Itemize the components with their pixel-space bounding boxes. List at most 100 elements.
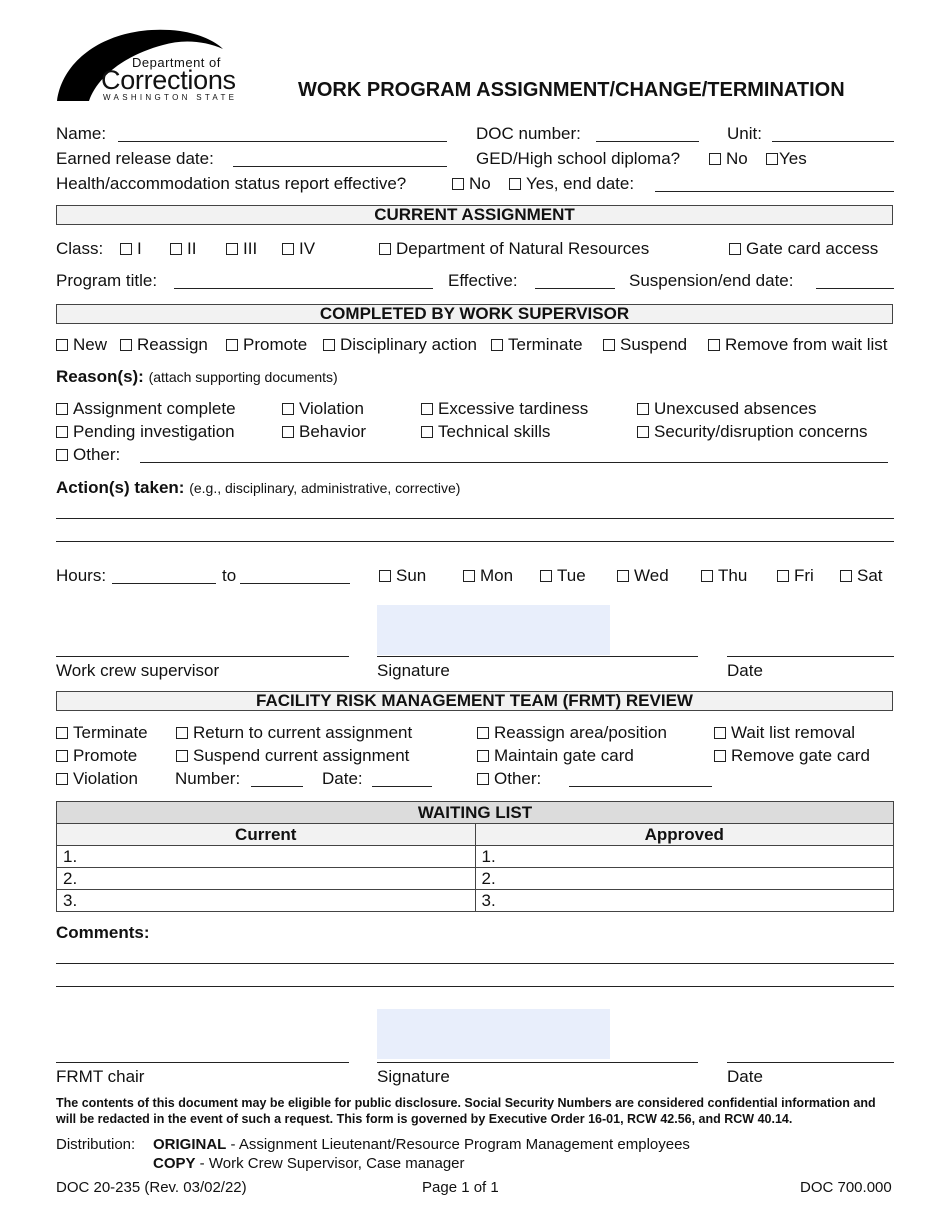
dnr-checkbox[interactable] bbox=[379, 243, 391, 255]
action-remove-wait-list[interactable]: Remove from wait list bbox=[708, 335, 887, 355]
reason-security[interactable]: Security/disruption concerns bbox=[637, 422, 868, 442]
reason-checkbox[interactable] bbox=[421, 403, 433, 415]
action-disciplinary-checkbox[interactable] bbox=[323, 339, 335, 351]
class-i-checkbox[interactable] bbox=[120, 243, 132, 255]
day-fri[interactable]: Fri bbox=[777, 566, 814, 586]
supervisor-date-line[interactable] bbox=[727, 656, 894, 657]
health-no-option[interactable]: No bbox=[452, 174, 491, 194]
day-checkbox[interactable] bbox=[463, 570, 475, 582]
class-option-i[interactable]: I bbox=[120, 239, 142, 259]
day-checkbox[interactable] bbox=[617, 570, 629, 582]
frmt-reassign-area[interactable]: Reassign area/position bbox=[477, 723, 667, 743]
day-checkbox[interactable] bbox=[379, 570, 391, 582]
reason-other-checkbox[interactable] bbox=[56, 449, 68, 461]
frmt-chair-line[interactable] bbox=[56, 1062, 349, 1063]
frmt-checkbox[interactable] bbox=[56, 727, 68, 739]
class-option-iii[interactable]: III bbox=[226, 239, 257, 259]
class-option-ii[interactable]: II bbox=[170, 239, 196, 259]
action-new-checkbox[interactable] bbox=[56, 339, 68, 351]
frmt-checkbox[interactable] bbox=[477, 750, 489, 762]
action-suspend[interactable]: Suspend bbox=[603, 335, 687, 355]
frmt-signature-box[interactable] bbox=[377, 1009, 610, 1059]
frmt-checkbox[interactable] bbox=[176, 750, 188, 762]
reason-checkbox[interactable] bbox=[282, 426, 294, 438]
frmt-promote[interactable]: Promote bbox=[56, 746, 137, 766]
current-cell[interactable]: 3. bbox=[56, 889, 476, 912]
action-terminate[interactable]: Terminate bbox=[491, 335, 583, 355]
day-checkbox[interactable] bbox=[840, 570, 852, 582]
unit-field[interactable] bbox=[772, 141, 894, 142]
actions-taken-line-1[interactable] bbox=[56, 518, 894, 519]
comments-line-2[interactable] bbox=[56, 986, 894, 987]
reason-unexcused-absences[interactable]: Unexcused absences bbox=[637, 399, 817, 419]
reason-checkbox[interactable] bbox=[637, 426, 649, 438]
frmt-wait-list-removal[interactable]: Wait list removal bbox=[714, 723, 855, 743]
frmt-remove-gate-card[interactable]: Remove gate card bbox=[714, 746, 870, 766]
reason-violation[interactable]: Violation bbox=[282, 399, 364, 419]
effective-field[interactable] bbox=[535, 288, 615, 289]
reason-other-field[interactable] bbox=[140, 462, 888, 463]
frmt-maintain-gate-card[interactable]: Maintain gate card bbox=[477, 746, 634, 766]
day-checkbox[interactable] bbox=[540, 570, 552, 582]
supervisor-name-line[interactable] bbox=[56, 656, 349, 657]
day-wed[interactable]: Wed bbox=[617, 566, 669, 586]
day-mon[interactable]: Mon bbox=[463, 566, 513, 586]
gate-card-option[interactable]: Gate card access bbox=[729, 239, 878, 259]
frmt-date-line[interactable] bbox=[727, 1062, 894, 1063]
frmt-checkbox[interactable] bbox=[714, 727, 726, 739]
day-thu[interactable]: Thu bbox=[701, 566, 747, 586]
reason-checkbox[interactable] bbox=[282, 403, 294, 415]
day-checkbox[interactable] bbox=[777, 570, 789, 582]
current-cell[interactable]: 1. bbox=[56, 845, 476, 868]
comments-line-1[interactable] bbox=[56, 963, 894, 964]
frmt-terminate[interactable]: Terminate bbox=[56, 723, 148, 743]
name-field[interactable] bbox=[118, 141, 447, 142]
hours-from-field[interactable] bbox=[112, 583, 216, 584]
ged-yes-checkbox[interactable] bbox=[766, 153, 778, 165]
gate-card-checkbox[interactable] bbox=[729, 243, 741, 255]
action-reassign-checkbox[interactable] bbox=[120, 339, 132, 351]
frmt-return-assignment[interactable]: Return to current assignment bbox=[176, 723, 412, 743]
hours-to-field[interactable] bbox=[240, 583, 350, 584]
current-cell[interactable]: 2. bbox=[56, 867, 476, 890]
reason-technical-skills[interactable]: Technical skills bbox=[421, 422, 550, 442]
frmt-date-field[interactable] bbox=[372, 786, 432, 787]
reason-checkbox[interactable] bbox=[56, 403, 68, 415]
action-promote[interactable]: Promote bbox=[226, 335, 307, 355]
approved-cell[interactable]: 3. bbox=[474, 889, 894, 912]
frmt-checkbox[interactable] bbox=[714, 750, 726, 762]
frmt-number-field[interactable] bbox=[251, 786, 303, 787]
class-ii-checkbox[interactable] bbox=[170, 243, 182, 255]
approved-cell[interactable]: 1. bbox=[474, 845, 894, 868]
frmt-other-field[interactable] bbox=[569, 786, 712, 787]
actions-taken-line-2[interactable] bbox=[56, 541, 894, 542]
action-new[interactable]: New bbox=[56, 335, 107, 355]
day-tue[interactable]: Tue bbox=[540, 566, 586, 586]
frmt-checkbox[interactable] bbox=[176, 727, 188, 739]
reason-checkbox[interactable] bbox=[421, 426, 433, 438]
reason-checkbox[interactable] bbox=[56, 426, 68, 438]
reason-checkbox[interactable] bbox=[637, 403, 649, 415]
frmt-violation[interactable]: Violation bbox=[56, 769, 138, 789]
action-promote-checkbox[interactable] bbox=[226, 339, 238, 351]
action-terminate-checkbox[interactable] bbox=[491, 339, 503, 351]
health-end-date-field[interactable] bbox=[655, 191, 894, 192]
reason-assignment-complete[interactable]: Assignment complete bbox=[56, 399, 236, 419]
doc-number-field[interactable] bbox=[596, 141, 699, 142]
frmt-checkbox[interactable] bbox=[477, 773, 489, 785]
suspension-field[interactable] bbox=[816, 288, 894, 289]
reason-behavior[interactable]: Behavior bbox=[282, 422, 366, 442]
class-iv-checkbox[interactable] bbox=[282, 243, 294, 255]
action-suspend-checkbox[interactable] bbox=[603, 339, 615, 351]
frmt-suspend-assignment[interactable]: Suspend current assignment bbox=[176, 746, 409, 766]
frmt-other[interactable]: Other: bbox=[477, 769, 541, 789]
day-checkbox[interactable] bbox=[701, 570, 713, 582]
approved-cell[interactable]: 2. bbox=[474, 867, 894, 890]
day-sun[interactable]: Sun bbox=[379, 566, 426, 586]
day-sat[interactable]: Sat bbox=[840, 566, 883, 586]
health-yes-option[interactable]: Yes, end date: bbox=[509, 174, 634, 194]
action-remove-wait-list-checkbox[interactable] bbox=[708, 339, 720, 351]
ged-no-checkbox[interactable] bbox=[709, 153, 721, 165]
reason-other[interactable]: Other: bbox=[56, 445, 120, 465]
dnr-option[interactable]: Department of Natural Resources bbox=[379, 239, 649, 259]
